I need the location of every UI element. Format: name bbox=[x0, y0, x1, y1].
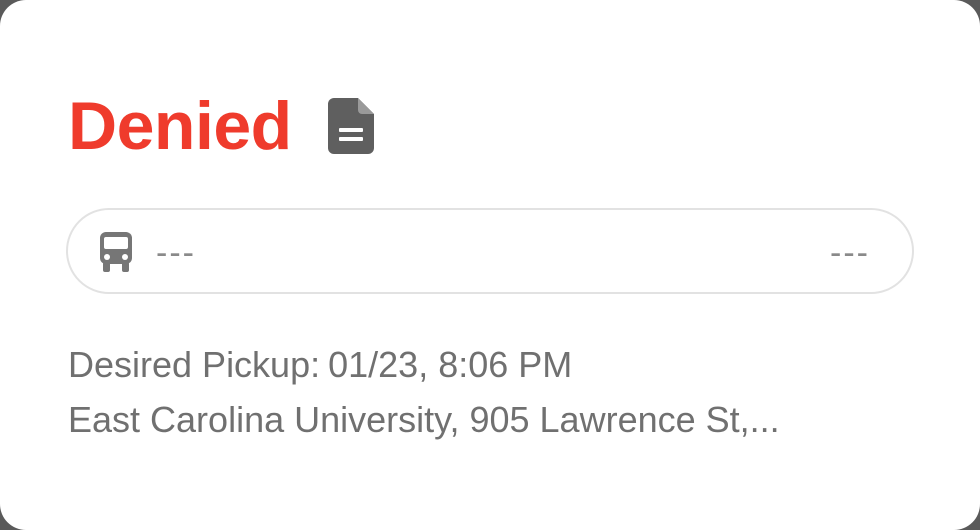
desired-pickup-value: 01/23, 8:06 PM bbox=[328, 344, 573, 385]
route-origin: --- bbox=[156, 234, 196, 272]
pickup-address: East Carolina University, 905 Lawrence S… bbox=[68, 399, 780, 440]
trip-card[interactable]: Denied --- --- Desired Pickup: 01/23, 8:… bbox=[0, 0, 980, 530]
route-field: --- --- bbox=[66, 208, 914, 294]
status-header: Denied bbox=[68, 92, 374, 160]
document-icon[interactable] bbox=[327, 98, 374, 154]
route-destination: --- bbox=[830, 234, 870, 272]
desired-pickup-label: Desired Pickup: bbox=[68, 344, 321, 385]
desired-pickup: Desired Pickup: 01/23, 8:06 PM bbox=[68, 344, 572, 386]
status-label: Denied bbox=[68, 88, 292, 164]
bus-icon bbox=[98, 232, 134, 272]
